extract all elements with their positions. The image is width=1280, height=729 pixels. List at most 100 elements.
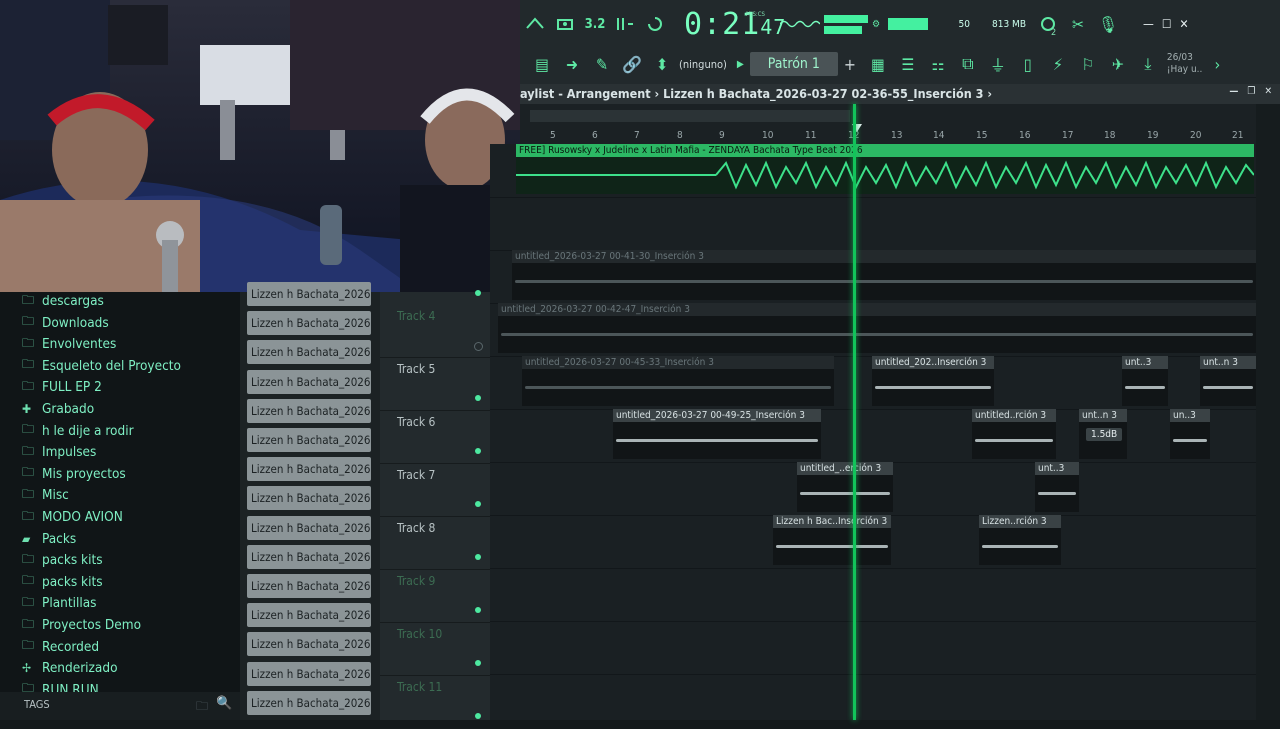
clip-t6a[interactable]: untitled_2026-03-27 00-49-25_Inserción 3 xyxy=(613,409,821,459)
clip-t8b[interactable]: Lizzen..rción 3 xyxy=(979,515,1061,565)
tempo-tap-icon[interactable] xyxy=(521,11,549,37)
clip-picker-item[interactable]: Lizzen h Bachata_2026-0.. xyxy=(247,515,371,540)
clip-picker-item[interactable]: Lizzen h Bachata_2026-0.. xyxy=(247,311,371,336)
maximize-icon[interactable]: ☐ xyxy=(1162,17,1172,31)
track-mute-led[interactable] xyxy=(474,342,483,351)
window-restore-icon[interactable]: ❐ xyxy=(1247,86,1255,97)
browser-item[interactable]: 🗀 h le dije a rodir xyxy=(22,421,134,441)
clip-t6b[interactable]: untitled..rción 3 xyxy=(972,409,1056,459)
browser-item[interactable]: ✢ Renderizado xyxy=(22,658,118,678)
overview-scrollbar[interactable] xyxy=(530,110,850,122)
mixer-icon[interactable]: ⚏ xyxy=(924,51,952,77)
clip-picker-item[interactable]: Lizzen h Bachata_2026-0.. xyxy=(247,690,371,715)
browser-item[interactable]: 🗀 Impulses xyxy=(22,442,96,462)
arrangement-area[interactable]: FREE] Rusowsky x Judeline x Latin Mafia … xyxy=(490,144,1256,720)
link-icon[interactable]: 🔗 xyxy=(618,51,646,77)
clip-picker-item[interactable]: Lizzen h Bachata_2026-0.. xyxy=(247,428,371,452)
track-select-bar[interactable] xyxy=(380,462,499,562)
clip-picker-item[interactable]: Lizzen h Bachata_2026-0.. xyxy=(247,574,371,598)
clip-picker-item[interactable]: Lizzen h Bachata_2026-0.. xyxy=(247,340,371,365)
track-mute-led[interactable] xyxy=(475,713,481,719)
clip-picker-item[interactable]: Lizzen h Bachata_2026-0.. xyxy=(247,486,371,511)
browser-item[interactable]: 🗀 Mis proyectos xyxy=(22,464,126,484)
track-header[interactable]: Track 6 xyxy=(380,410,490,464)
browser-item[interactable]: 🗀 Downloads xyxy=(22,313,109,333)
clip-picker-item[interactable]: Lizzen h Bachata_2026-0.. xyxy=(247,544,371,569)
clip-t8a[interactable]: Lizzen h Bac..Inserción 3 xyxy=(773,515,891,565)
microphone-icon[interactable]: 🎙 xyxy=(1094,11,1122,37)
clip-t7b[interactable]: unt..3 xyxy=(1035,462,1079,512)
browser-item[interactable]: 🗀 FULL EP 2 xyxy=(22,377,102,397)
browser-item[interactable]: 🗀 Proyectos Demo xyxy=(22,615,141,635)
channel-rack-icon[interactable]: ☰ xyxy=(894,51,922,77)
browser-item[interactable]: 🗀 packs kits xyxy=(22,550,103,570)
playlist-title-bar[interactable]: aylist - Arrangement › Lizzen h Bachata_… xyxy=(520,84,1280,104)
refresh-icon[interactable] xyxy=(1034,11,1062,37)
clip-t3[interactable]: untitled_2026-03-27 00-41-30_Inserción 3 xyxy=(512,250,1256,300)
clip-t6d[interactable]: un..3 xyxy=(1170,409,1210,459)
performance-icon[interactable]: ⚐ xyxy=(1074,51,1102,77)
step-edit-icon[interactable]: 3.2 xyxy=(581,11,609,37)
browser-icon[interactable]: ⧉ xyxy=(954,51,982,77)
news-panel[interactable]: 26/03 ¡Hay u.. xyxy=(1167,52,1202,76)
chevron-right-icon[interactable]: › xyxy=(1203,51,1231,77)
track-mute-led[interactable] xyxy=(475,660,481,666)
clip-t5c[interactable]: unt..3 xyxy=(1122,356,1168,406)
clip-picker-item[interactable]: Lizzen h Bachata_2026-0.. xyxy=(247,369,371,394)
timeline-ruler[interactable]: 56789101112131415161718192021 xyxy=(520,104,1260,144)
gear-icon[interactable]: ⚙ xyxy=(872,19,888,30)
play-pattern-icon[interactable]: ▶ xyxy=(737,59,744,70)
window-minimize-icon[interactable]: — xyxy=(1229,86,1238,97)
clip-picker-item[interactable]: Lizzen h Bachata_2026-0.. xyxy=(247,661,371,686)
brush-icon[interactable]: ✎ xyxy=(588,51,616,77)
search-icon[interactable]: 🔍 xyxy=(216,696,232,711)
clip-t5b[interactable]: untitled_202..Inserción 3 xyxy=(872,356,994,406)
folder-icon[interactable]: 🗀 xyxy=(196,697,208,718)
browser-item[interactable]: 🗀 Esqueleto del Proyecto xyxy=(22,356,181,376)
track-mute-led[interactable] xyxy=(475,395,481,401)
clip-beat[interactable]: FREE] Rusowsky x Judeline x Latin Mafia … xyxy=(516,144,1254,194)
browser-item[interactable]: ✚ Grabado xyxy=(22,399,94,419)
browser-item[interactable]: 🗀 Plantillas xyxy=(22,593,97,613)
browser-item[interactable]: ▰ Packs xyxy=(22,529,76,549)
browser-item[interactable]: 🗀 Misc xyxy=(22,485,69,505)
browser-item[interactable]: 🗀 MODO AVION xyxy=(22,507,123,527)
pattern-none-selector[interactable]: (ninguno) xyxy=(679,58,727,71)
plug-icon[interactable]: ⚡ xyxy=(1044,51,1072,77)
metronome-icon[interactable] xyxy=(551,11,579,37)
clip-t5a[interactable]: untitled_2026-03-27 00-45-33_Inserción 3 xyxy=(522,356,834,406)
track-mute-led[interactable] xyxy=(475,448,481,454)
browser-item[interactable]: 🗀 descargas xyxy=(22,291,104,311)
time-display[interactable]: 0:2147 M:S:CS xyxy=(684,7,785,42)
close-icon[interactable]: ✕ xyxy=(1180,17,1189,31)
track-header[interactable]: Track 4 xyxy=(380,304,490,358)
add-pattern-icon[interactable]: + xyxy=(844,55,856,74)
clip-picker-item[interactable]: Lizzen h Bachata_2026-0.. xyxy=(247,603,371,628)
clip-t5d[interactable]: unt..n 3 xyxy=(1200,356,1256,406)
pattern-selector[interactable]: Patrón 1 xyxy=(749,52,838,76)
clip-t7a[interactable]: untitled_..erción 3 xyxy=(797,462,893,512)
ghost-icon[interactable]: ✈ xyxy=(1104,51,1132,77)
playlist-icon[interactable]: ▦ xyxy=(864,51,892,77)
plugin-icon[interactable]: ⏚ xyxy=(984,51,1012,77)
blend-notes-icon[interactable] xyxy=(611,11,639,37)
download-icon[interactable]: ⤓ xyxy=(1134,51,1162,77)
clip-picker-item[interactable]: Lizzen h Bachata_2026-0.. xyxy=(247,398,371,423)
vertical-scrollbar[interactable] xyxy=(1256,104,1280,720)
browser-item[interactable]: 🗀 packs kits xyxy=(22,572,103,592)
piano-roll-icon[interactable]: ▤ xyxy=(528,51,556,77)
stamp-icon[interactable]: ⬍ xyxy=(648,51,676,77)
track-mute-led[interactable] xyxy=(475,290,481,296)
window-close-icon[interactable]: ✕ xyxy=(1264,86,1272,97)
arrow-right-icon[interactable]: ➜ xyxy=(558,51,586,77)
loop-record-icon[interactable] xyxy=(641,11,669,37)
track-header[interactable]: Track 11 xyxy=(380,675,490,729)
file-icon[interactable]: ▯ xyxy=(1014,51,1042,77)
clip-picker-item[interactable]: Lizzen h Bachata_2026-0.. xyxy=(247,282,371,306)
track-header[interactable]: Track 10 xyxy=(380,622,490,676)
minimize-icon[interactable]: — xyxy=(1143,17,1154,31)
browser-item[interactable]: 🗀 Recorded xyxy=(22,637,99,657)
cut-icon[interactable]: ✂ xyxy=(1064,11,1092,37)
clip-picker-item[interactable]: Lizzen h Bachata_2026-0.. xyxy=(247,457,371,482)
clip-picker-item[interactable]: Lizzen h Bachata_2026-0.. xyxy=(247,632,371,657)
